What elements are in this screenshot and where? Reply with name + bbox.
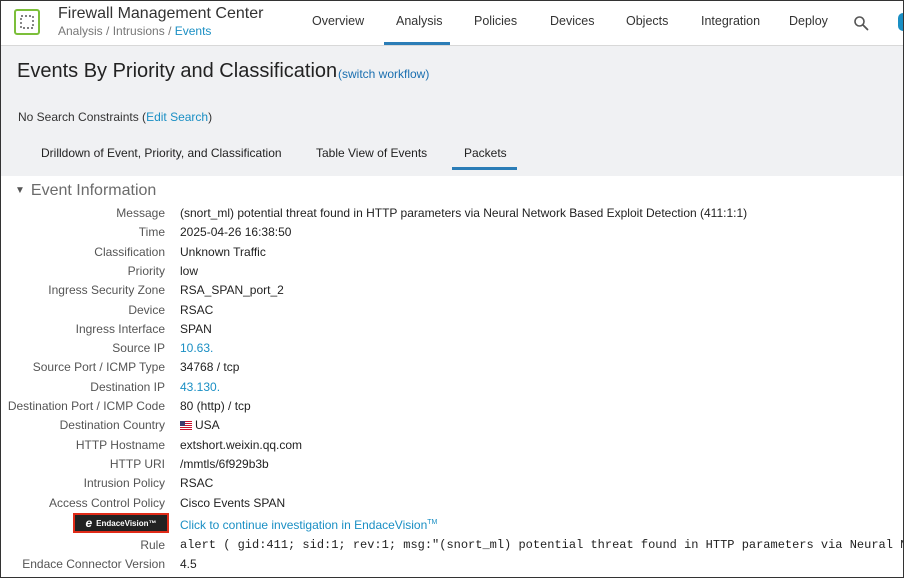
field-value-link[interactable]: 10.63. bbox=[180, 341, 213, 355]
tab-active-indicator bbox=[452, 167, 517, 170]
nav-integration[interactable]: Integration bbox=[701, 14, 760, 28]
tab-drilldown[interactable]: Drilldown of Event, Priority, and Classi… bbox=[41, 146, 282, 160]
field-value: Cisco Events SPAN bbox=[180, 496, 286, 510]
field-value: Unknown Traffic bbox=[180, 245, 266, 259]
app-title: Firewall Management Center bbox=[58, 5, 264, 22]
field-label: Destination IP bbox=[90, 380, 165, 394]
trademark-mark: TM bbox=[427, 519, 438, 526]
connector-version-value: 4.5 bbox=[180, 557, 197, 571]
field-label: Access Control Policy bbox=[48, 496, 165, 510]
search-constraints: No Search Constraints (Edit Search) bbox=[18, 110, 212, 124]
field-label: Destination Country bbox=[59, 418, 165, 432]
field-value: RSAC bbox=[180, 476, 214, 490]
endace-vision-button[interactable]: e EndaceVision™ bbox=[73, 513, 169, 533]
field-label: Message bbox=[116, 206, 165, 220]
field-label: Ingress Interface bbox=[75, 322, 165, 336]
user-avatar-icon[interactable] bbox=[898, 13, 903, 31]
nav-deploy[interactable]: Deploy bbox=[789, 14, 828, 28]
breadcrumb-separator: / bbox=[164, 24, 175, 38]
breadcrumb-intrusions[interactable]: Intrusions bbox=[113, 24, 165, 38]
fmc-logo-icon[interactable] bbox=[13, 8, 41, 36]
workflow-header: Events By Priority and Classification (s… bbox=[1, 46, 903, 176]
field-value: 80 (http) / tcp bbox=[180, 399, 251, 413]
field-value: 34768 / tcp bbox=[180, 360, 240, 374]
nav-objects[interactable]: Objects bbox=[626, 14, 668, 28]
constraints-suffix: ) bbox=[208, 110, 213, 124]
field-label: HTTP Hostname bbox=[75, 438, 165, 452]
field-value: USA bbox=[180, 418, 220, 432]
rule-value: alert ( gid:411; sid:1; rev:1; msg:"(sno… bbox=[180, 538, 904, 552]
breadcrumb-separator: / bbox=[102, 24, 113, 38]
field-value: 2025-04-26 16:38:50 bbox=[180, 225, 292, 239]
nav-overview[interactable]: Overview bbox=[312, 14, 364, 28]
endace-link-text: Click to continue investigation in Endac… bbox=[180, 518, 428, 532]
breadcrumb: Analysis / Intrusions / Events bbox=[58, 24, 211, 38]
page-title: Events By Priority and Classification bbox=[17, 60, 338, 82]
app-window: Firewall Management Center Analysis / In… bbox=[0, 0, 904, 578]
collapse-caret-icon[interactable]: ▼ bbox=[15, 185, 25, 196]
field-label: Source IP bbox=[112, 341, 165, 355]
connector-version-label: Endace Connector Version bbox=[22, 557, 165, 571]
endace-button-label: EndaceVision™ bbox=[96, 518, 157, 528]
field-value: RSAC bbox=[180, 303, 214, 317]
country-name: USA bbox=[195, 418, 220, 432]
nav-analysis[interactable]: Analysis bbox=[396, 14, 443, 28]
field-value-link[interactable]: 43.130. bbox=[180, 380, 220, 394]
tab-packets[interactable]: Packets bbox=[464, 146, 507, 160]
field-label: Intrusion Policy bbox=[83, 476, 165, 490]
field-value: SPAN bbox=[180, 322, 212, 336]
field-label: Time bbox=[138, 225, 165, 239]
search-icon[interactable] bbox=[853, 15, 869, 31]
nav-devices[interactable]: Devices bbox=[550, 14, 594, 28]
field-label: Priority bbox=[127, 264, 165, 278]
endace-investigation-link[interactable]: Click to continue investigation in Endac… bbox=[180, 518, 437, 532]
field-value: low bbox=[180, 264, 199, 278]
field-value: (snort_ml) potential threat found in HTT… bbox=[180, 206, 748, 220]
nav-active-indicator bbox=[384, 42, 450, 45]
constraints-text: No Search Constraints ( bbox=[18, 110, 147, 124]
field-label: HTTP URI bbox=[109, 457, 165, 471]
field-label: Device bbox=[128, 303, 165, 317]
field-label: Destination Port / ICMP Code bbox=[7, 399, 165, 413]
field-label: Source Port / ICMP Type bbox=[32, 360, 165, 374]
nav-policies[interactable]: Policies bbox=[474, 14, 517, 28]
rule-label: Rule bbox=[140, 538, 165, 552]
field-label: Ingress Security Zone bbox=[48, 283, 165, 297]
field-value: RSA_SPAN_port_2 bbox=[180, 283, 284, 297]
field-value: /mmtls/6f929b3b bbox=[180, 457, 269, 471]
event-information-header[interactable]: ▼ Event Information bbox=[15, 182, 156, 200]
tab-table-view[interactable]: Table View of Events bbox=[316, 146, 427, 160]
section-title: Event Information bbox=[30, 182, 157, 199]
us-flag-icon bbox=[180, 421, 192, 430]
field-label: Classification bbox=[94, 245, 165, 259]
breadcrumb-events[interactable]: Events bbox=[175, 24, 212, 38]
top-bar: Firewall Management Center Analysis / In… bbox=[1, 1, 903, 46]
endace-logo-icon: e bbox=[85, 516, 93, 530]
field-value: extshort.weixin.qq.com bbox=[180, 438, 303, 452]
breadcrumb-analysis[interactable]: Analysis bbox=[58, 24, 103, 38]
edit-search-link[interactable]: Edit Search bbox=[146, 110, 208, 124]
switch-workflow-link[interactable]: (switch workflow) bbox=[338, 67, 429, 81]
